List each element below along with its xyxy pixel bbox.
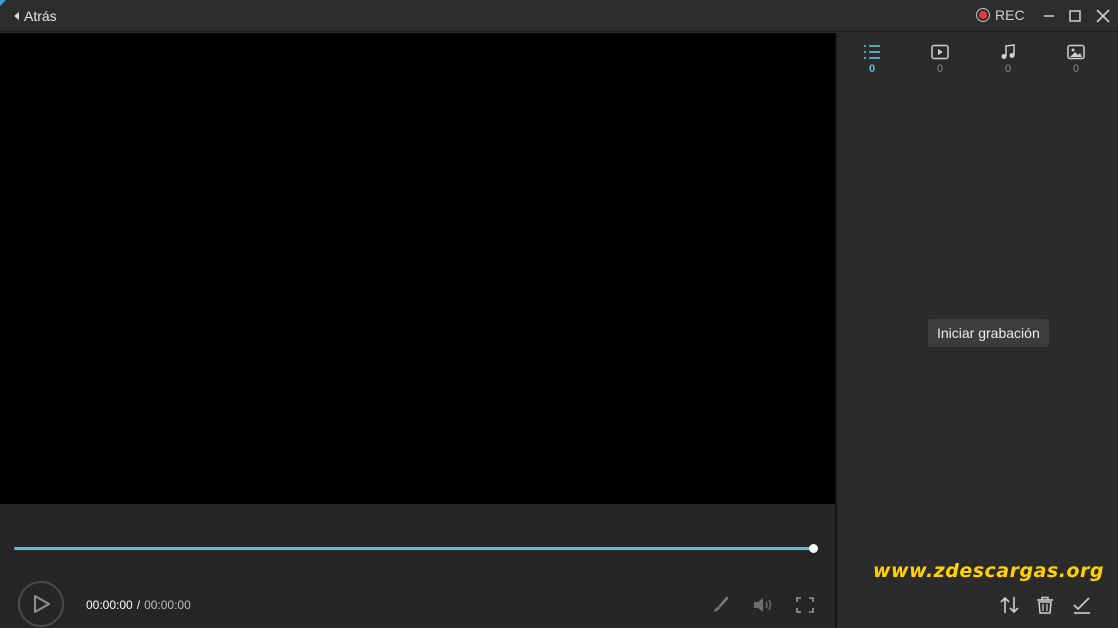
image-icon (1067, 44, 1085, 60)
play-icon (34, 595, 50, 613)
tab-audio[interactable]: 0 (988, 44, 1028, 80)
music-icon (1001, 44, 1015, 59)
video-icon (931, 44, 949, 60)
minimize-button[interactable] (1039, 6, 1059, 26)
start-recording-tooltip: Iniciar grabación (928, 319, 1049, 347)
tab-video-count: 0 (936, 63, 944, 75)
rec-label: REC (995, 7, 1025, 23)
edit-list-button[interactable] (1071, 595, 1093, 615)
fullscreen-icon (796, 597, 814, 613)
tab-all-count: 0 (868, 63, 876, 75)
corner-accent (0, 0, 6, 6)
fullscreen-button[interactable] (795, 596, 815, 614)
maximize-icon (1069, 10, 1081, 22)
back-arrow-icon (14, 12, 19, 20)
list-icon (864, 45, 880, 59)
video-preview[interactable] (0, 33, 835, 504)
volume-icon (754, 598, 772, 612)
minimize-icon (1044, 15, 1054, 17)
close-button[interactable] (1093, 6, 1113, 26)
tab-video[interactable]: 0 (920, 44, 960, 80)
edit-button[interactable] (711, 596, 731, 614)
rec-button[interactable]: REC (976, 7, 1025, 23)
delete-button[interactable] (1034, 595, 1056, 615)
time-separator: / (136, 598, 141, 612)
close-icon (1096, 9, 1110, 23)
trash-icon (1037, 596, 1053, 614)
title-bar: Atrás REC (0, 0, 1118, 32)
watermark-text: www.zdescargas.org (873, 560, 1104, 582)
maximize-button[interactable] (1065, 6, 1085, 26)
tab-image-count: 0 (1072, 63, 1080, 75)
time-display: 00:00:00 / 00:00:00 (86, 598, 191, 612)
play-button[interactable] (18, 581, 64, 627)
edit-icon (1073, 597, 1090, 614)
current-time: 00:00:00 (86, 598, 133, 612)
progress-bar[interactable] (14, 547, 814, 550)
record-icon (976, 8, 990, 22)
volume-button[interactable] (752, 596, 772, 614)
sort-button[interactable] (999, 595, 1021, 615)
total-time: 00:00:00 (144, 598, 191, 612)
progress-handle[interactable] (809, 544, 818, 553)
back-button[interactable]: Atrás (14, 7, 57, 25)
back-label: Atrás (24, 8, 57, 24)
brush-icon (714, 596, 729, 612)
tab-audio-count: 0 (1004, 63, 1012, 75)
tab-image[interactable]: 0 (1056, 44, 1096, 80)
sort-icon (1000, 596, 1019, 614)
tab-all[interactable]: 0 (852, 44, 892, 80)
